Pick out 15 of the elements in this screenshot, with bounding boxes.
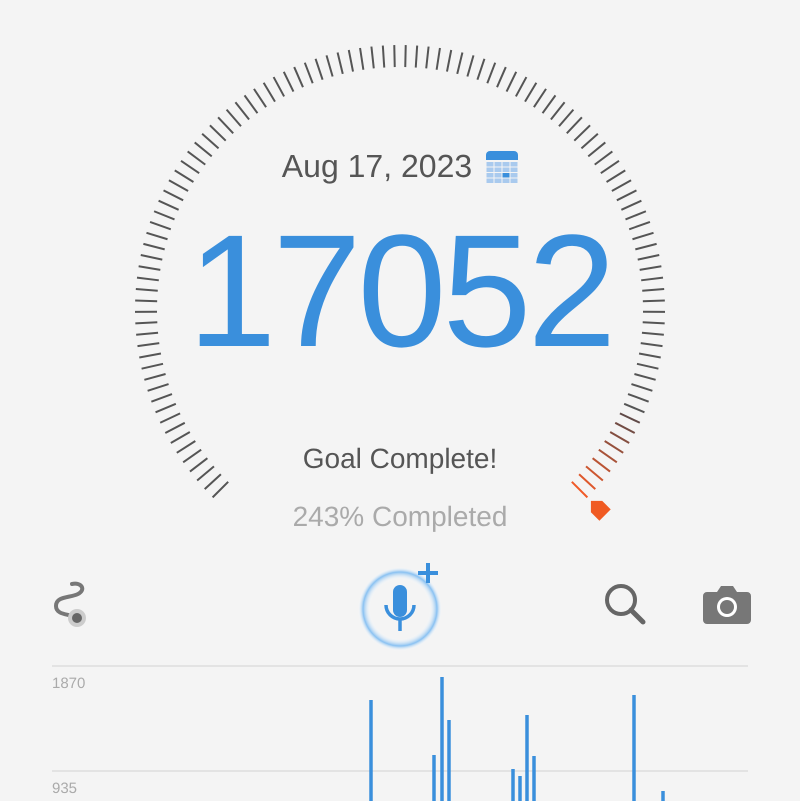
bar (511, 769, 515, 801)
marker-icon (590, 500, 611, 521)
camera-icon[interactable] (703, 584, 751, 624)
bar (432, 755, 436, 801)
date-text: Aug 17, 2023 (282, 148, 472, 185)
progress-text: 243% Completed (292, 501, 508, 533)
bar (661, 791, 665, 801)
goal-status: Goal Complete! (302, 443, 498, 475)
step-count: 17052 (188, 211, 612, 371)
bar (518, 776, 522, 801)
calendar-icon[interactable] (486, 150, 518, 182)
axis-label: 935 (52, 780, 78, 797)
search-icon[interactable] (603, 582, 647, 626)
bar (532, 756, 536, 801)
axis-label: 1870 (52, 675, 86, 692)
